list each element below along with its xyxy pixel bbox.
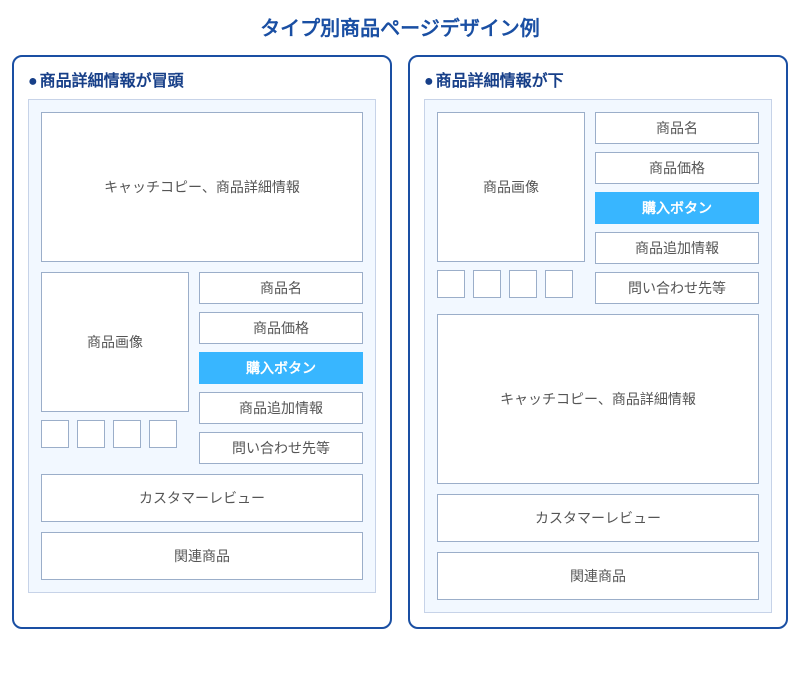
layout-wireframe: 商品画像 商品名 商品価格 購入ボタン 商品追加情報 問い合わせ先等 (424, 99, 772, 613)
thumbnail (77, 420, 105, 448)
panel-heading: ●商品詳細情報が下 (424, 67, 772, 91)
page-title: タイプ別商品ページデザイン例 (12, 12, 788, 41)
bullet-icon: ● (28, 73, 38, 90)
thumbnail (545, 270, 573, 298)
buy-button-box: 購入ボタン (595, 192, 759, 224)
product-image-column: 商品画像 (41, 272, 189, 464)
additional-info-box: 商品追加情報 (595, 232, 759, 264)
panel-heading: ●商品詳細情報が冒頭 (28, 67, 376, 91)
hero-copy-box: キャッチコピー、商品詳細情報 (41, 112, 363, 262)
product-image-box: 商品画像 (41, 272, 189, 412)
product-price-box: 商品価格 (595, 152, 759, 184)
product-image-box: 商品画像 (437, 112, 585, 262)
product-price-box: 商品価格 (199, 312, 363, 344)
panel-details-below: ●商品詳細情報が下 商品画像 商品名 商品価格 購入ボタン 商 (408, 55, 788, 629)
thumbnail (437, 270, 465, 298)
product-row: 商品画像 商品名 商品価格 購入ボタン 商品追加情報 問い合わせ先等 (437, 112, 759, 304)
panels-row: ●商品詳細情報が冒頭 キャッチコピー、商品詳細情報 商品画像 商品名 商品価格 (12, 55, 788, 629)
panel-heading-text: 商品詳細情報が下 (436, 73, 564, 90)
thumbnail (509, 270, 537, 298)
contact-box: 問い合わせ先等 (199, 432, 363, 464)
product-name-box: 商品名 (595, 112, 759, 144)
customer-reviews-box: カスタマーレビュー (437, 494, 759, 542)
related-products-box: 関連商品 (437, 552, 759, 600)
panel-heading-text: 商品詳細情報が冒頭 (40, 73, 184, 90)
thumbnail-row (437, 270, 585, 298)
panel-details-first: ●商品詳細情報が冒頭 キャッチコピー、商品詳細情報 商品画像 商品名 商品価格 (12, 55, 392, 629)
product-image-column: 商品画像 (437, 112, 585, 304)
layout-wireframe: キャッチコピー、商品詳細情報 商品画像 商品名 商品価格 購入ボタン 商品追加情… (28, 99, 376, 593)
buy-button-box: 購入ボタン (199, 352, 363, 384)
product-row: 商品画像 商品名 商品価格 購入ボタン 商品追加情報 問い合わせ先等 (41, 272, 363, 464)
hero-copy-box: キャッチコピー、商品詳細情報 (437, 314, 759, 484)
product-fields-column: 商品名 商品価格 購入ボタン 商品追加情報 問い合わせ先等 (595, 112, 759, 304)
product-fields-column: 商品名 商品価格 購入ボタン 商品追加情報 問い合わせ先等 (199, 272, 363, 464)
related-products-box: 関連商品 (41, 532, 363, 580)
customer-reviews-box: カスタマーレビュー (41, 474, 363, 522)
product-name-box: 商品名 (199, 272, 363, 304)
thumbnail (41, 420, 69, 448)
thumbnail-row (41, 420, 189, 448)
additional-info-box: 商品追加情報 (199, 392, 363, 424)
bullet-icon: ● (424, 73, 434, 90)
thumbnail (113, 420, 141, 448)
thumbnail (149, 420, 177, 448)
thumbnail (473, 270, 501, 298)
contact-box: 問い合わせ先等 (595, 272, 759, 304)
